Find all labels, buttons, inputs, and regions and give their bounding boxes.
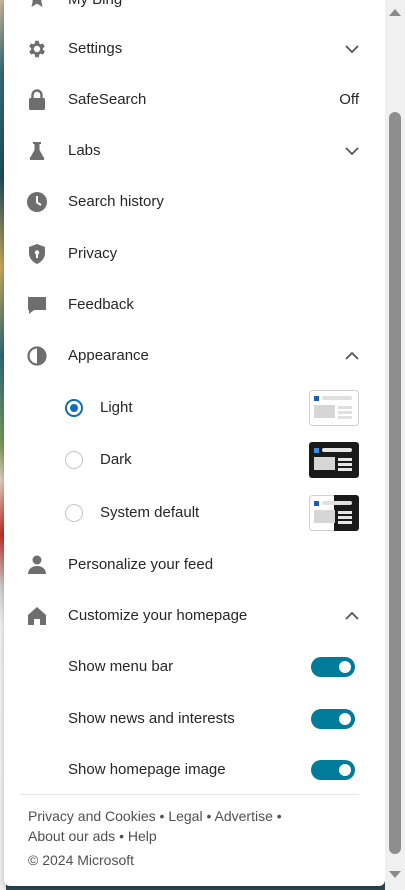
menu-item-label: My Bing — [68, 0, 122, 8]
separator: • — [206, 808, 212, 824]
menu-item-appearance[interactable]: Appearance — [4, 330, 385, 381]
scrollbar[interactable] — [385, 0, 405, 890]
dark-theme-preview-icon — [309, 441, 359, 478]
contrast-icon — [26, 345, 48, 367]
star-icon — [26, 0, 48, 10]
chevron-down-icon[interactable] — [345, 44, 359, 54]
legal-link[interactable]: Legal — [168, 808, 202, 824]
clock-icon — [26, 191, 48, 213]
privacy-cookies-link[interactable]: Privacy and Cookies — [28, 808, 156, 824]
scroll-down-arrow-icon[interactable] — [389, 871, 401, 878]
menu-item-label: Customize your homepage — [68, 607, 248, 624]
separator: • — [276, 808, 282, 824]
menu-item-settings[interactable]: Settings — [4, 23, 385, 74]
system-theme-preview-icon — [309, 494, 359, 531]
toggle-row-news-interests: Show news and interests — [4, 693, 385, 744]
appearance-option-light[interactable]: Light — [4, 382, 385, 433]
light-theme-preview-icon — [309, 389, 359, 426]
radio-light[interactable] — [65, 398, 83, 417]
show-news-interests-toggle[interactable] — [311, 708, 355, 729]
footer-links: Privacy and Cookies • Legal • Advertise … — [28, 806, 328, 846]
separator: • — [119, 828, 124, 844]
chevron-down-icon[interactable] — [345, 146, 359, 156]
toggle-label: Show news and interests — [68, 710, 235, 727]
menu-item-label: Privacy — [68, 245, 118, 262]
show-menu-bar-toggle[interactable] — [311, 656, 355, 677]
chevron-up-icon[interactable] — [345, 351, 359, 361]
menu-item-feedback[interactable]: Feedback — [4, 279, 385, 330]
settings-flyout-panel: My Bing Settings SafeSearch Off Labs Sea… — [4, 0, 385, 886]
menu-item-label: SafeSearch — [68, 91, 147, 108]
radio-dark[interactable] — [65, 450, 83, 469]
gear-icon — [26, 38, 48, 60]
radio-label: Dark — [100, 451, 132, 468]
appearance-option-dark[interactable]: Dark — [4, 434, 385, 485]
radio-system-default[interactable] — [65, 503, 83, 522]
copyright-text: © 2024 Microsoft — [28, 852, 135, 868]
radio-label: System default — [100, 504, 200, 521]
menu-item-labs[interactable]: Labs — [4, 125, 385, 176]
menu-item-label: Search history — [68, 193, 164, 210]
separator: • — [159, 808, 165, 824]
menu-item-privacy[interactable]: Privacy — [4, 228, 385, 279]
home-icon — [26, 605, 48, 627]
radio-label: Light — [100, 399, 133, 416]
menu-item-label: Settings — [68, 40, 123, 57]
footer-divider — [20, 794, 359, 795]
menu-item-personalize-feed[interactable]: Personalize your feed — [4, 539, 385, 590]
menu-item-customize-homepage[interactable]: Customize your homepage — [4, 590, 385, 641]
menu-item-my-bing[interactable]: My Bing — [4, 0, 385, 25]
show-homepage-image-toggle[interactable] — [311, 759, 355, 780]
menu-item-label: Labs — [68, 142, 101, 159]
toggle-row-menu-bar: Show menu bar — [4, 641, 385, 692]
about-ads-link[interactable]: About our ads — [28, 828, 115, 844]
menu-item-label: Appearance — [68, 347, 149, 364]
help-link[interactable]: Help — [128, 828, 157, 844]
person-icon — [26, 554, 48, 576]
menu-item-label: Feedback — [68, 296, 134, 313]
toggle-label: Show menu bar — [68, 658, 174, 675]
appearance-option-system-default[interactable]: System default — [4, 487, 385, 538]
advertise-link[interactable]: Advertise — [215, 808, 273, 824]
scrollbar-thumb[interactable] — [389, 112, 401, 854]
flask-icon — [26, 140, 48, 162]
menu-item-search-history[interactable]: Search history — [4, 176, 385, 227]
menu-item-safesearch[interactable]: SafeSearch Off — [4, 74, 385, 125]
lock-icon — [26, 88, 48, 111]
shield-icon — [26, 243, 48, 265]
chevron-up-icon[interactable] — [345, 611, 359, 621]
menu-item-label: Personalize your feed — [68, 556, 214, 573]
toggle-label: Show homepage image — [68, 761, 226, 778]
scroll-up-arrow-icon[interactable] — [389, 9, 401, 16]
toggle-row-homepage-image: Show homepage image — [4, 744, 385, 795]
feedback-icon — [26, 294, 48, 316]
safesearch-value: Off — [339, 91, 359, 108]
